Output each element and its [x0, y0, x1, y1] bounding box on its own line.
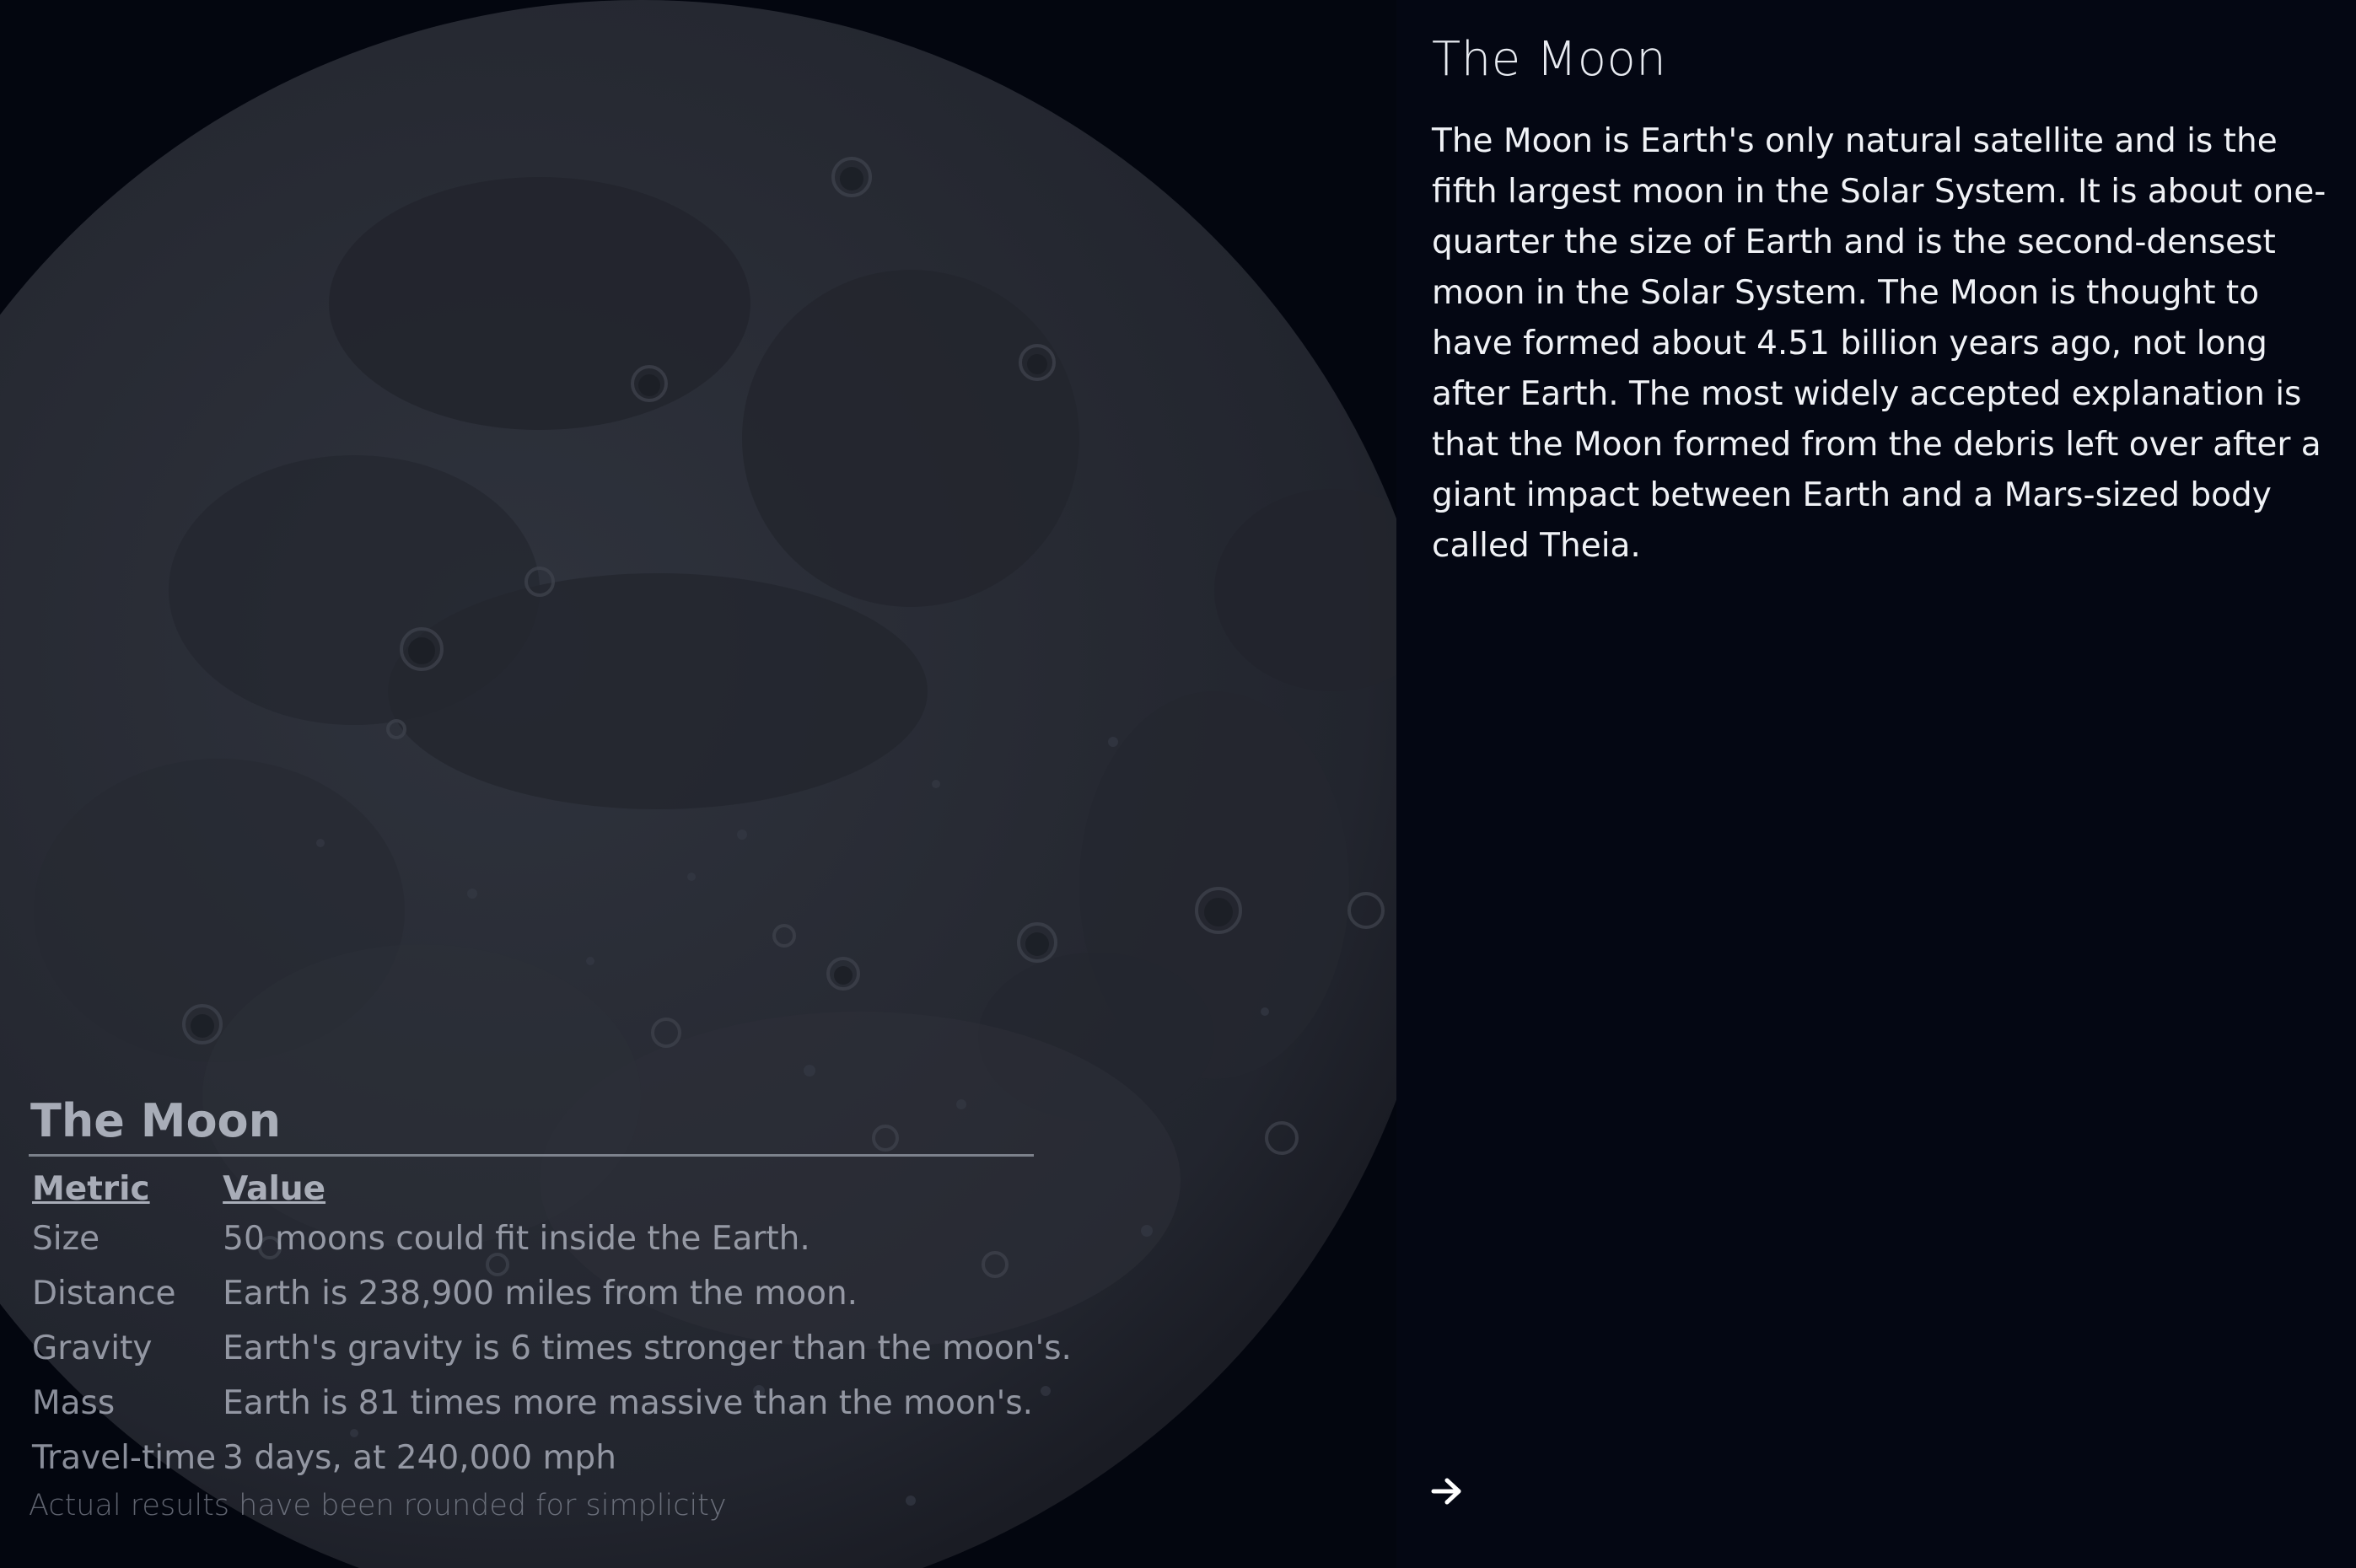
table-row: Gravity Earth's gravity is 6 times stron… [29, 1321, 1075, 1376]
value-cell: 50 moons could fit inside the Earth. [223, 1220, 810, 1258]
facts-table: Metric Value Size 50 moons could fit ins… [29, 1165, 1075, 1485]
table-row: Size 50 moons could fit inside the Earth… [29, 1211, 1075, 1266]
metric-cell: Travel-time [32, 1439, 217, 1477]
value-cell: Earth is 238,900 miles from the moon. [223, 1275, 858, 1313]
value-cell: Earth is 81 times more massive than the … [223, 1384, 1034, 1422]
metric-cell: Distance [32, 1275, 176, 1313]
facts-table-title: The Moon [30, 1094, 282, 1147]
page: The Moon Metric Value Size 50 moons coul… [0, 0, 2356, 1568]
value-cell: Earth's gravity is 6 times stronger than… [223, 1329, 1072, 1367]
info-panel: The Moon The Moon is Earth's only natura… [1396, 0, 2356, 1568]
value-column-header: Value [223, 1170, 326, 1208]
table-row: Distance Earth is 238,900 miles from the… [29, 1266, 1075, 1321]
moon-facts-table-block: The Moon Metric Value Size 50 moons coul… [29, 1094, 1072, 1522]
metric-cell: Size [32, 1220, 100, 1258]
table-row: Travel-time 3 days, at 240,000 mph [29, 1431, 1075, 1485]
title-divider [29, 1154, 1034, 1157]
arrow-right-glyph [1431, 1478, 1461, 1505]
value-cell: 3 days, at 240,000 mph [223, 1439, 616, 1477]
rounding-footnote: Actual results have been rounded for sim… [29, 1489, 727, 1522]
arrow-right-icon[interactable] [1427, 1474, 1467, 1509]
table-row: Mass Earth is 81 times more massive than… [29, 1376, 1075, 1431]
metric-cell: Gravity [32, 1329, 153, 1367]
table-header-row: Metric Value [29, 1165, 1075, 1211]
metric-column-header: Metric [32, 1170, 150, 1208]
moon-image-pane: The Moon Metric Value Size 50 moons coul… [0, 0, 1396, 1568]
metric-cell: Mass [32, 1384, 116, 1422]
page-title: The Moon [1432, 32, 1667, 87]
moon-description: The Moon is Earth's only natural satelli… [1432, 122, 2326, 565]
